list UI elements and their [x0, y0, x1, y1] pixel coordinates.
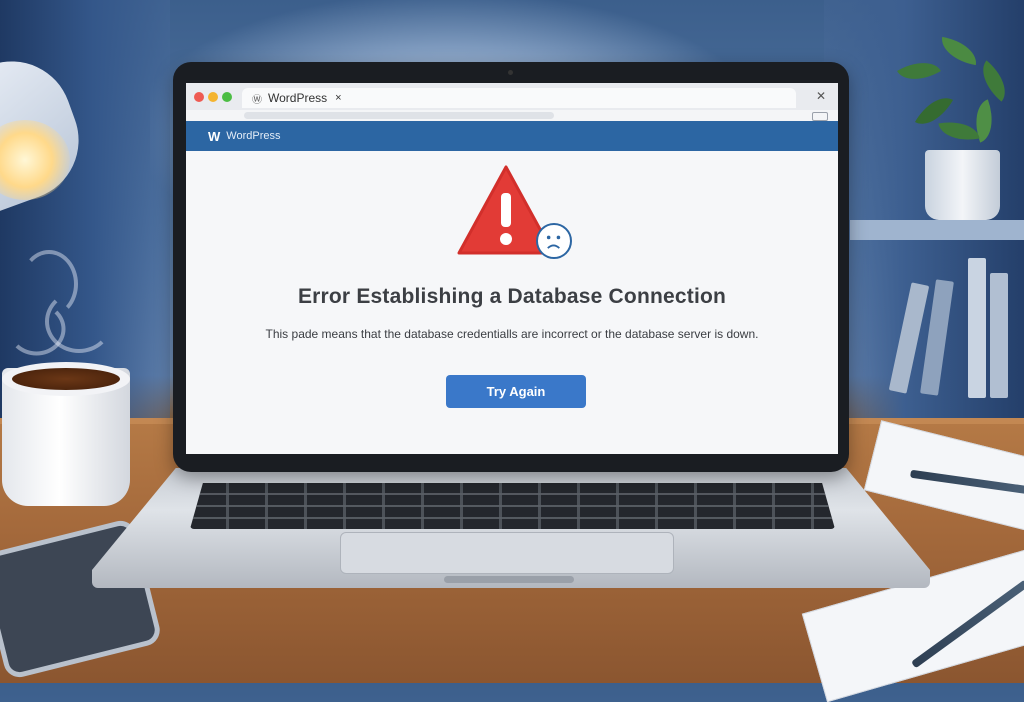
book	[968, 258, 986, 398]
browser-tab[interactable]: Ⓦ WordPress ×	[242, 88, 796, 108]
error-description: This pade means that the database creden…	[265, 327, 759, 341]
maximize-window-dot[interactable]	[222, 92, 232, 102]
wordpress-favicon-icon: Ⓦ	[252, 94, 262, 106]
wall-shelf	[850, 220, 1024, 240]
webcam	[508, 70, 513, 75]
wordpress-header-text: WordPress	[226, 130, 281, 142]
address-bar	[186, 110, 838, 121]
tab-close-icon[interactable]: ×	[335, 92, 341, 104]
laptop-notch	[444, 576, 574, 583]
url-field[interactable]	[244, 112, 554, 119]
browser-tab-bar: Ⓦ WordPress × ✕	[186, 83, 838, 111]
plant-pot	[925, 150, 1000, 220]
wordpress-header: W WordPress	[186, 121, 838, 151]
sad-face-icon	[536, 223, 572, 259]
error-title: Error Establishing a Database Connection	[297, 285, 727, 308]
laptop-screen: Ⓦ WordPress × ✕ W WordPress Error Establ…	[186, 83, 838, 454]
wordpress-logo-icon[interactable]: W	[208, 129, 220, 144]
close-window-dot[interactable]	[194, 92, 204, 102]
try-again-button[interactable]: Try Again	[446, 375, 586, 408]
extension-icon[interactable]	[812, 112, 828, 121]
coffee	[12, 368, 120, 390]
window-close-icon[interactable]: ✕	[816, 89, 826, 103]
book	[990, 273, 1008, 398]
minimize-window-dot[interactable]	[208, 92, 218, 102]
trackpad	[340, 532, 674, 574]
keyboard-rows	[190, 483, 835, 529]
steam	[7, 302, 66, 356]
tab-title: WordPress	[268, 91, 328, 105]
